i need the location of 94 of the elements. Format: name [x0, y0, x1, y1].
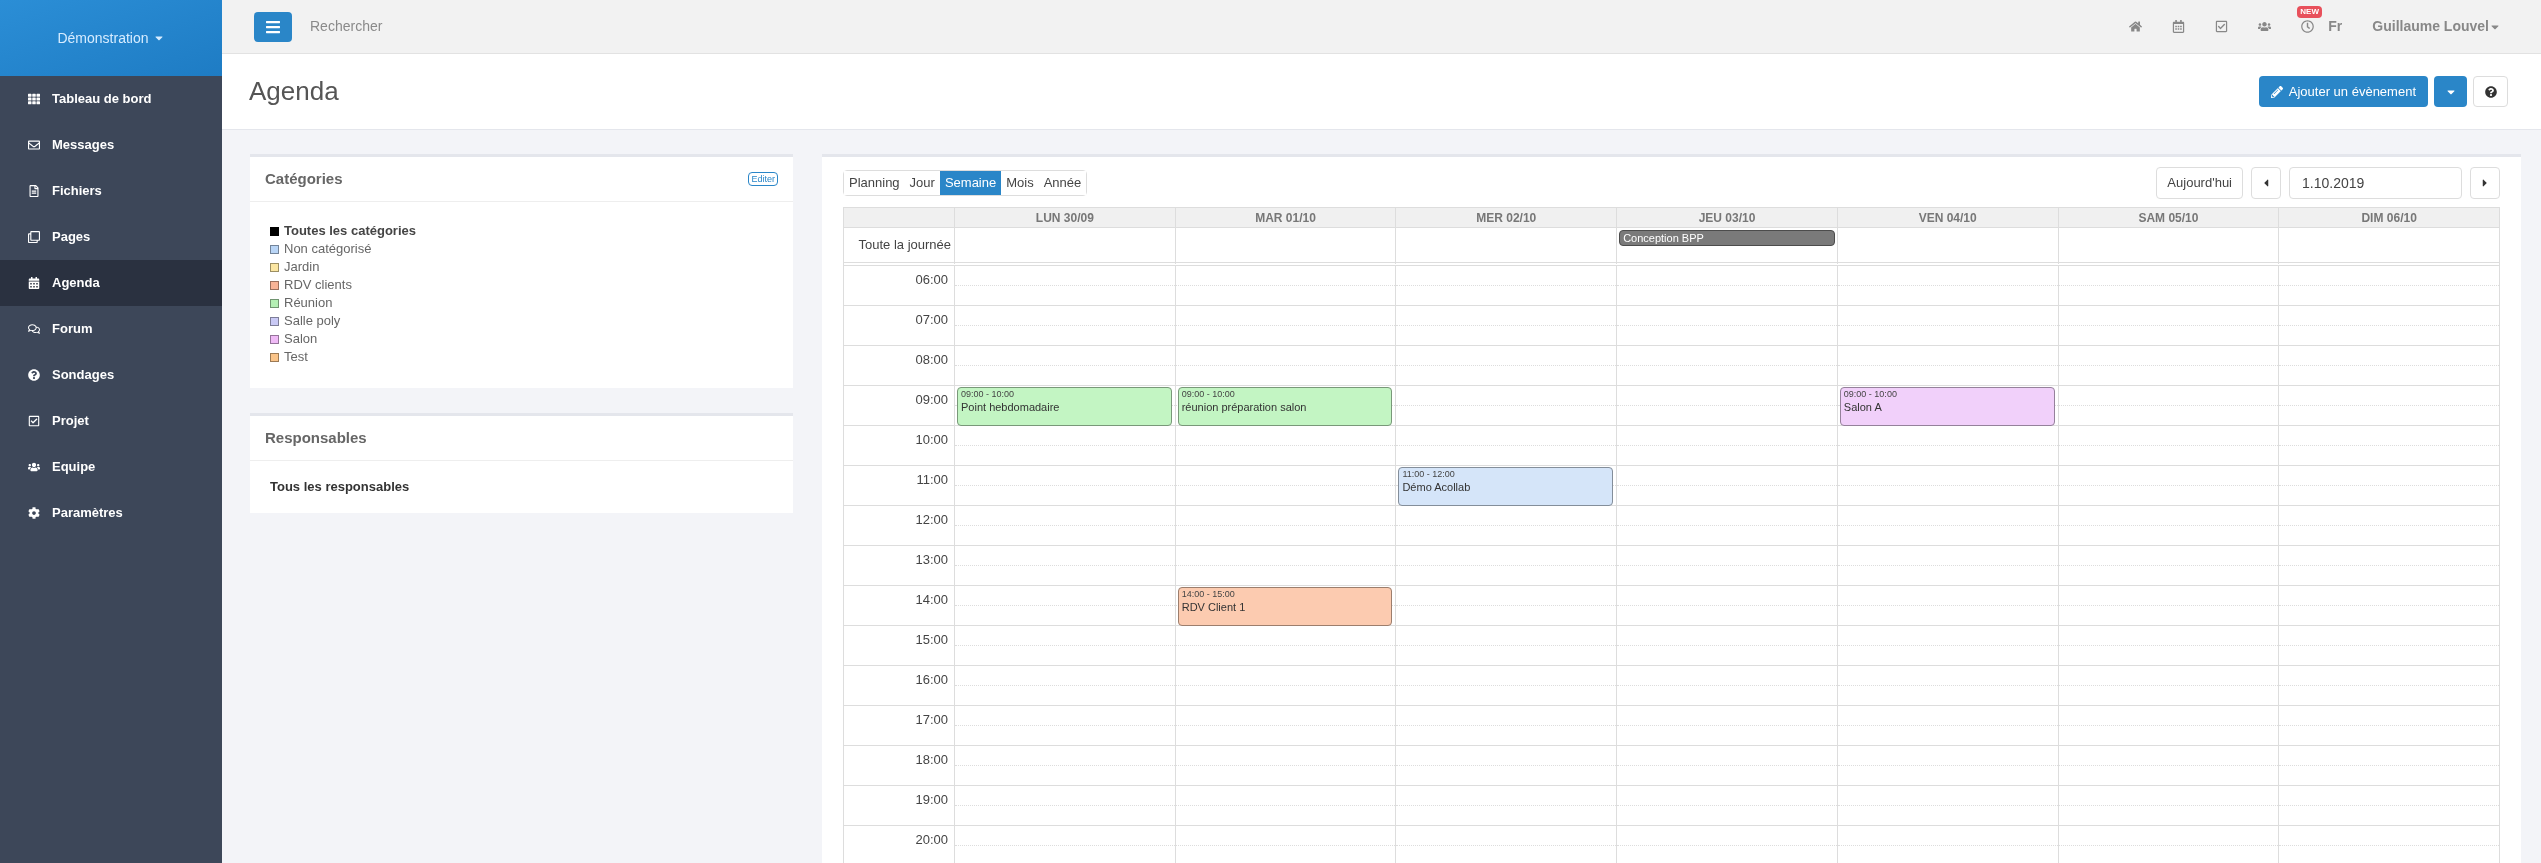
hour-label: 07:00 — [915, 311, 948, 329]
event-time: 09:00 - 10:00 — [961, 388, 1016, 400]
event-title: réunion préparation salon — [1181, 400, 1308, 414]
next-button[interactable] — [2470, 167, 2500, 199]
home-button[interactable] — [2129, 20, 2143, 33]
category-item[interactable]: Jardin — [270, 258, 773, 276]
calendar-event[interactable]: 14:00 - 15:00 RDV Client 1 — [1177, 587, 1393, 626]
day-header: MAR 01/10 — [1174, 208, 1396, 228]
day-header: SAM 05/10 — [2057, 208, 2279, 228]
new-badge: NEW — [2297, 6, 2322, 18]
responsable-item[interactable]: Tous les responsables — [270, 477, 773, 497]
checkbox-icon — [2215, 20, 2229, 33]
sidebar-item[interactable]: Pages — [0, 214, 222, 260]
envelope-icon — [28, 139, 40, 151]
category-item[interactable]: Toutes les catégories — [270, 222, 773, 240]
hour-label: 08:00 — [915, 351, 948, 369]
event-title: RDV Client 1 — [1181, 600, 1247, 614]
hour-label: 09:00 — [915, 391, 948, 409]
category-item[interactable]: Salle poly — [270, 312, 773, 330]
people-icon — [2258, 20, 2272, 33]
hour-label: 06:00 — [915, 271, 948, 289]
view-tab[interactable]: Semaine — [939, 171, 1002, 195]
panel-title: Catégories — [265, 168, 343, 189]
calendar-event[interactable]: 09:00 - 10:00 Salon A — [1839, 387, 2055, 426]
panel-title: Responsables — [265, 427, 367, 448]
day-header: MER 02/10 — [1395, 208, 1617, 228]
people-icon — [28, 461, 40, 473]
category-item[interactable]: Test — [270, 348, 773, 366]
date-field[interactable]: 1.10.2019 — [2289, 167, 2462, 199]
speech-bubbles-icon — [28, 323, 40, 335]
settings-icon — [28, 507, 40, 519]
sidebar-item[interactable]: Fichiers — [0, 168, 222, 214]
today-button[interactable]: Aujourd'hui — [2156, 167, 2243, 199]
grid-icon — [28, 93, 40, 105]
event-title: Point hebdomadaire — [961, 400, 1061, 414]
category-item[interactable]: Salon — [270, 330, 773, 348]
sidebar-item[interactable]: Paramètres — [0, 490, 222, 536]
help-icon — [2484, 85, 2497, 98]
sidebar-item[interactable]: Projet — [0, 398, 222, 444]
event-time: 11:00 - 12:00 — [1402, 468, 1456, 480]
category-item[interactable]: Non catégorisé — [270, 240, 773, 258]
home-icon — [2129, 20, 2143, 33]
hour-label: 17:00 — [915, 711, 948, 729]
dropdown-button[interactable] — [2434, 76, 2467, 107]
checkbox-button[interactable] — [2215, 20, 2229, 33]
hour-label: 19:00 — [915, 791, 948, 809]
calendar-event[interactable]: 11:00 - 12:00 Démo Acollab — [1398, 467, 1614, 506]
sidebar-item[interactable]: Messages — [0, 122, 222, 168]
help-button[interactable] — [2473, 76, 2508, 107]
hour-label: 10:00 — [915, 431, 948, 449]
calendar-button[interactable] — [2172, 20, 2186, 33]
sidebar-item[interactable]: Tableau de bord — [0, 76, 222, 122]
document-icon — [28, 185, 40, 197]
hour-label: 13:00 — [915, 551, 948, 569]
hour-label: 18:00 — [915, 751, 948, 769]
all-day-event[interactable]: Conception BPP — [1619, 230, 1835, 246]
day-header: LUN 30/09 — [954, 208, 1175, 228]
edit-button[interactable]: Editer — [748, 172, 778, 186]
category-item[interactable]: RDV clients — [270, 276, 773, 294]
category-item[interactable]: Réunion — [270, 294, 773, 312]
sidebar-item[interactable]: Equipe — [0, 444, 222, 490]
event-time: 14:00 - 15:00 — [1181, 588, 1236, 600]
menu-button[interactable] — [254, 11, 292, 42]
all-day-label: Toute la journée — [858, 236, 951, 255]
event-title: Démo Acollab — [1402, 480, 1472, 494]
day-header: JEU 03/10 — [1616, 208, 1837, 228]
event-title: Salon A — [1843, 400, 1883, 414]
sidebar-item[interactable]: Sondages — [0, 352, 222, 398]
checkbox-icon — [28, 415, 40, 427]
people-button[interactable] — [2258, 20, 2272, 33]
calendar-event[interactable]: 09:00 - 10:00 Point hebdomadaire — [957, 387, 1172, 426]
page-title: Agenda — [249, 75, 339, 108]
calendar-event[interactable]: 09:00 - 10:00 réunion préparation salon — [1177, 387, 1393, 426]
day-header: VEN 04/10 — [1836, 208, 2058, 228]
question-icon — [28, 369, 40, 381]
hour-label: 20:00 — [915, 831, 948, 849]
pages-icon — [28, 231, 40, 243]
event-time: 09:00 - 10:00 — [1181, 388, 1236, 400]
calendar-icon — [2172, 20, 2186, 33]
hour-label: 15:00 — [915, 631, 948, 649]
sidebar-item[interactable]: Agenda — [0, 260, 222, 306]
hour-label: 14:00 — [915, 591, 948, 609]
hour-label: 12:00 — [915, 511, 948, 529]
pencil-icon — [2270, 85, 2283, 98]
day-header: DIM 06/10 — [2278, 208, 2499, 228]
menu-icon — [265, 18, 281, 35]
hour-label: 11:00 — [916, 471, 948, 489]
event-time: 09:00 - 10:00 — [1843, 388, 1898, 400]
hour-label: 16:00 — [915, 671, 948, 689]
calendar-icon — [28, 277, 40, 289]
sidebar-item[interactable]: Forum — [0, 306, 222, 352]
add-event-button[interactable]: Ajouter un évènement — [2258, 76, 2428, 107]
previous-button[interactable] — [2251, 167, 2281, 199]
clock-icon — [2301, 20, 2315, 33]
